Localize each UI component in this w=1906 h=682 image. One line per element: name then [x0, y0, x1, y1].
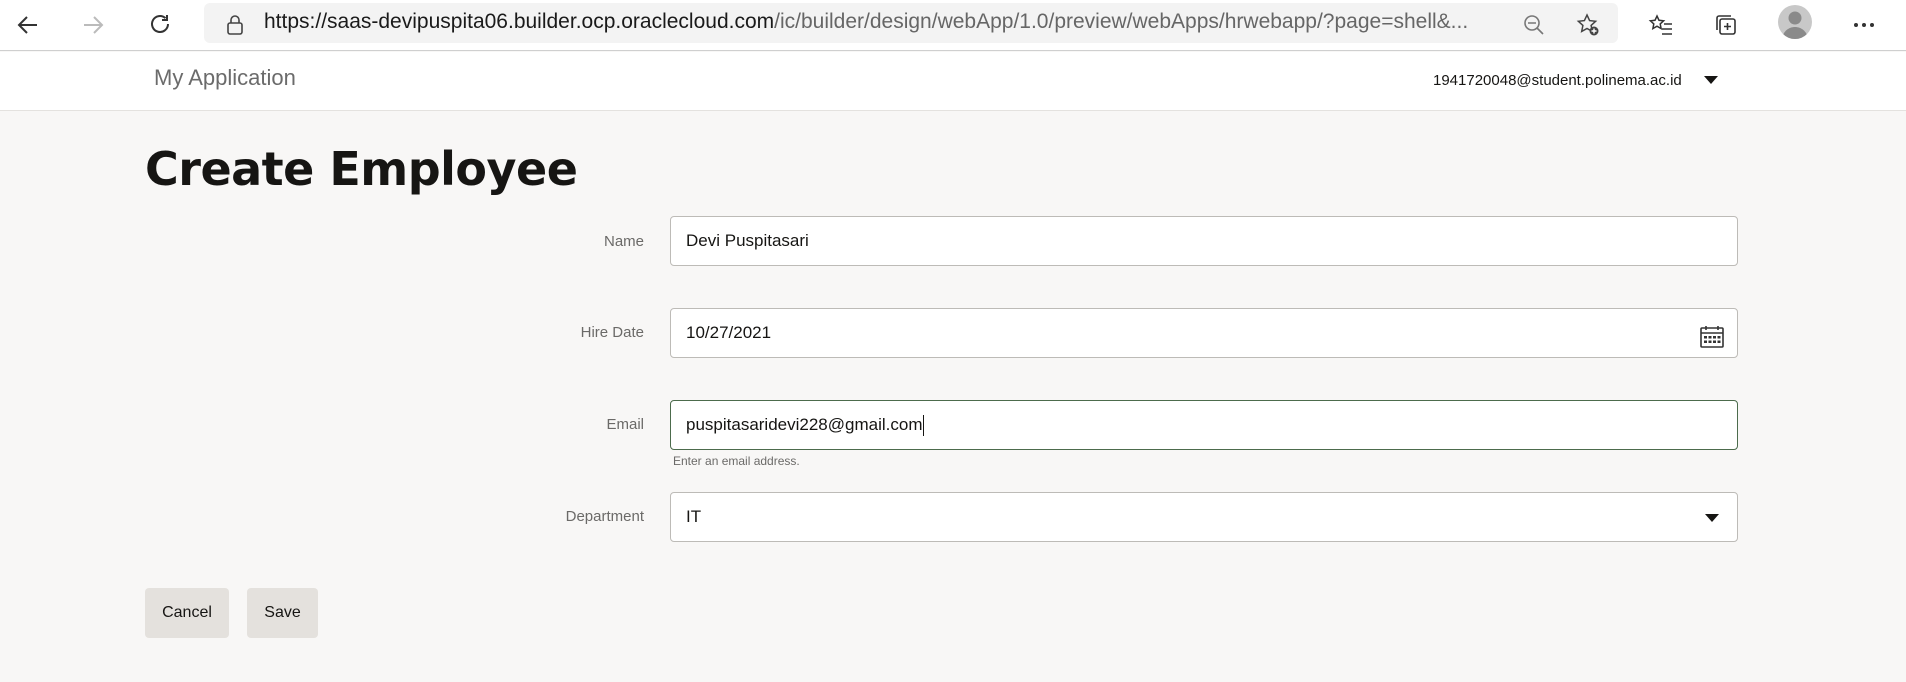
page-title: Create Employee [145, 142, 578, 196]
department-select[interactable]: IT [670, 492, 1738, 542]
hire-date-field[interactable]: 10/27/2021 [670, 308, 1738, 358]
email-label: Email [606, 416, 644, 433]
back-button[interactable] [9, 6, 47, 44]
collections-icon [1716, 15, 1736, 35]
collections-button[interactable] [1707, 6, 1745, 44]
user-email[interactable]: 1941720048@student.polinema.ac.id [1433, 72, 1682, 89]
cancel-button[interactable]: Cancel [145, 588, 229, 638]
save-button[interactable]: Save [247, 588, 318, 638]
zoom-out-icon [1524, 15, 1544, 35]
person-icon [1782, 11, 1808, 39]
email-helper-text: Enter an email address. [673, 454, 800, 468]
hire-date-label: Hire Date [580, 324, 644, 341]
app-header: My Application 1941720048@student.poline… [0, 52, 1906, 111]
favorites-list-icon [1648, 14, 1672, 35]
name-field[interactable]: Devi Puspitasari [670, 216, 1738, 266]
email-field[interactable]: puspitasaridevi228@gmail.com [670, 400, 1738, 450]
calendar-icon[interactable] [1699, 321, 1725, 348]
email-value: puspitasaridevi228@gmail.com [686, 415, 923, 434]
forward-button[interactable] [74, 6, 112, 44]
reload-button[interactable] [141, 6, 179, 44]
arrow-right-icon [84, 16, 104, 34]
refresh-icon [151, 15, 169, 33]
favorites-button[interactable] [1642, 6, 1680, 44]
app-title: My Application [154, 65, 296, 90]
profile-avatar[interactable] [1778, 5, 1812, 39]
text-cursor [923, 415, 925, 437]
add-favorite-button[interactable] [1569, 6, 1607, 44]
department-label: Department [565, 508, 644, 525]
settings-menu-button[interactable] [1845, 6, 1883, 44]
name-value: Devi Puspitasari [686, 231, 809, 250]
url-host: https://saas-devipuspita06.builder.ocp.o… [264, 10, 775, 33]
star-add-icon [1576, 13, 1599, 36]
url-text[interactable]: https://saas-devipuspita06.builder.ocp.o… [264, 8, 1504, 36]
more-horizontal-icon [1854, 23, 1874, 27]
zoom-button[interactable] [1515, 6, 1553, 44]
chevron-down-icon[interactable] [1705, 514, 1719, 522]
browser-toolbar: https://saas-devipuspita06.builder.ocp.o… [0, 0, 1906, 51]
department-value: IT [686, 507, 702, 526]
hire-date-value: 10/27/2021 [686, 323, 772, 342]
lock-icon [227, 15, 243, 35]
user-menu-chevron-down-icon[interactable] [1704, 76, 1718, 84]
arrow-left-icon [17, 16, 37, 34]
site-info-button[interactable] [216, 6, 254, 44]
url-path: /ic/builder/design/webApp/1.0/preview/we… [774, 10, 1469, 33]
name-label: Name [603, 233, 644, 250]
